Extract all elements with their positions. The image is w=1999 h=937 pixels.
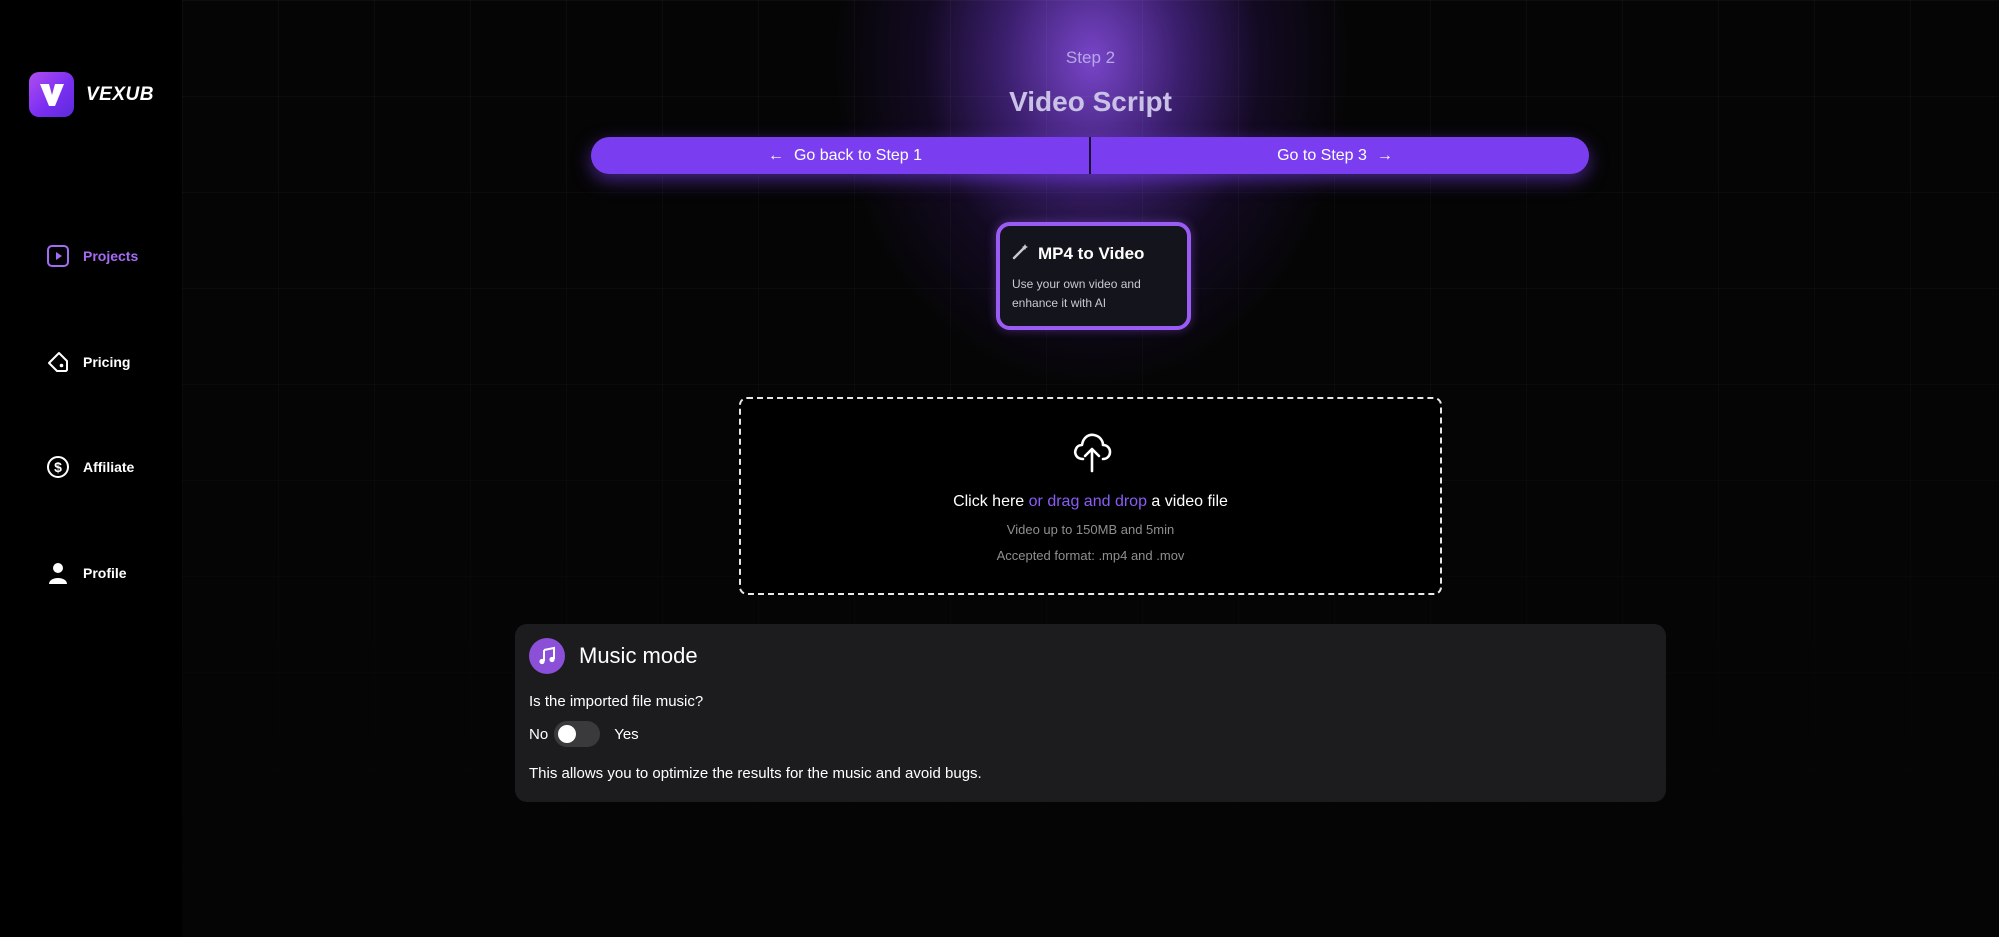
arrow-left-icon: ← <box>767 146 784 164</box>
play-square-icon <box>45 243 71 269</box>
go-back-label: Go back to Step 1 <box>793 146 923 164</box>
toggle-knob <box>558 725 577 743</box>
music-note-icon <box>529 638 565 674</box>
music-mode-header: Music mode <box>529 638 698 674</box>
music-mode-note: This allows you to optimize the results … <box>529 765 982 782</box>
sidebar-item-label: Profile <box>83 565 127 581</box>
mode-desc-line-1: Use your own video and <box>1012 277 1141 291</box>
sidebar-item-projects[interactable]: Projects <box>45 243 138 269</box>
music-mode-title: Music mode <box>579 643 698 668</box>
dropzone-limit: Video up to 150MB and 5min <box>1006 522 1175 537</box>
mode-card-header: MP4 to Video <box>1012 242 1175 265</box>
music-mode-toggle[interactable] <box>554 721 601 747</box>
step-navigation: ← Go back to Step 1 Go to Step 3 → <box>591 137 1589 174</box>
sidebar-item-label: Pricing <box>83 354 131 370</box>
step-indicator: Step 2 <box>1065 48 1116 67</box>
toggle-yes-label: Yes <box>614 725 639 743</box>
mode-card-title: MP4 to Video <box>1038 243 1145 263</box>
dollar-circle-icon: $ <box>45 454 71 480</box>
sidebar-item-profile[interactable]: Profile <box>45 560 127 586</box>
dropzone-formats: Accepted format: .mp4 and .mov <box>996 548 1185 563</box>
tag-icon <box>45 349 71 375</box>
sidebar-item-pricing[interactable]: Pricing <box>45 349 130 375</box>
dropzone-drag-link[interactable]: or drag and drop <box>1029 493 1147 510</box>
go-next-step-button[interactable]: Go to Step 3 → <box>1091 137 1589 174</box>
mode-card-description: Use your own video and enhance it with A… <box>1012 275 1175 313</box>
toggle-no-label: No <box>529 725 549 743</box>
page-title: Video Script <box>1009 86 1172 117</box>
go-back-step-button[interactable]: ← Go back to Step 1 <box>591 137 1089 174</box>
dropzone-rest-text: a video file <box>1151 493 1228 510</box>
sidebar-item-label: Affiliate <box>83 459 135 475</box>
mp4-to-video-card[interactable]: MP4 to Video Use your own video and enha… <box>996 222 1191 330</box>
sidebar-item-label: Projects <box>83 248 139 264</box>
music-mode-card: Music mode Is the imported file music? N… <box>515 624 1666 802</box>
dropzone-click-text: Click here <box>953 493 1025 510</box>
user-icon <box>45 560 71 586</box>
dropzone-instruction: Click here or drag and drop a video file <box>741 493 1440 511</box>
go-next-label: Go to Step 3 <box>1277 146 1367 164</box>
app-root: VEXUB Projects Pricing $ Affiliate Profi… <box>0 0 1999 937</box>
svg-text:$: $ <box>54 459 62 475</box>
mode-desc-line-2: enhance it with AI <box>1012 296 1107 310</box>
cloud-upload-icon <box>1072 429 1112 478</box>
sidebar-item-affiliate[interactable]: $ Affiliate <box>45 454 134 480</box>
sidebar: VEXUB Projects Pricing $ Affiliate Profi… <box>0 0 182 937</box>
music-toggle-row: No Yes <box>529 721 639 747</box>
video-dropzone[interactable]: Click here or drag and drop a video file… <box>739 397 1442 595</box>
magic-wand-icon <box>1012 242 1030 265</box>
arrow-right-icon: → <box>1376 146 1393 164</box>
music-question: Is the imported file music? <box>529 693 704 710</box>
